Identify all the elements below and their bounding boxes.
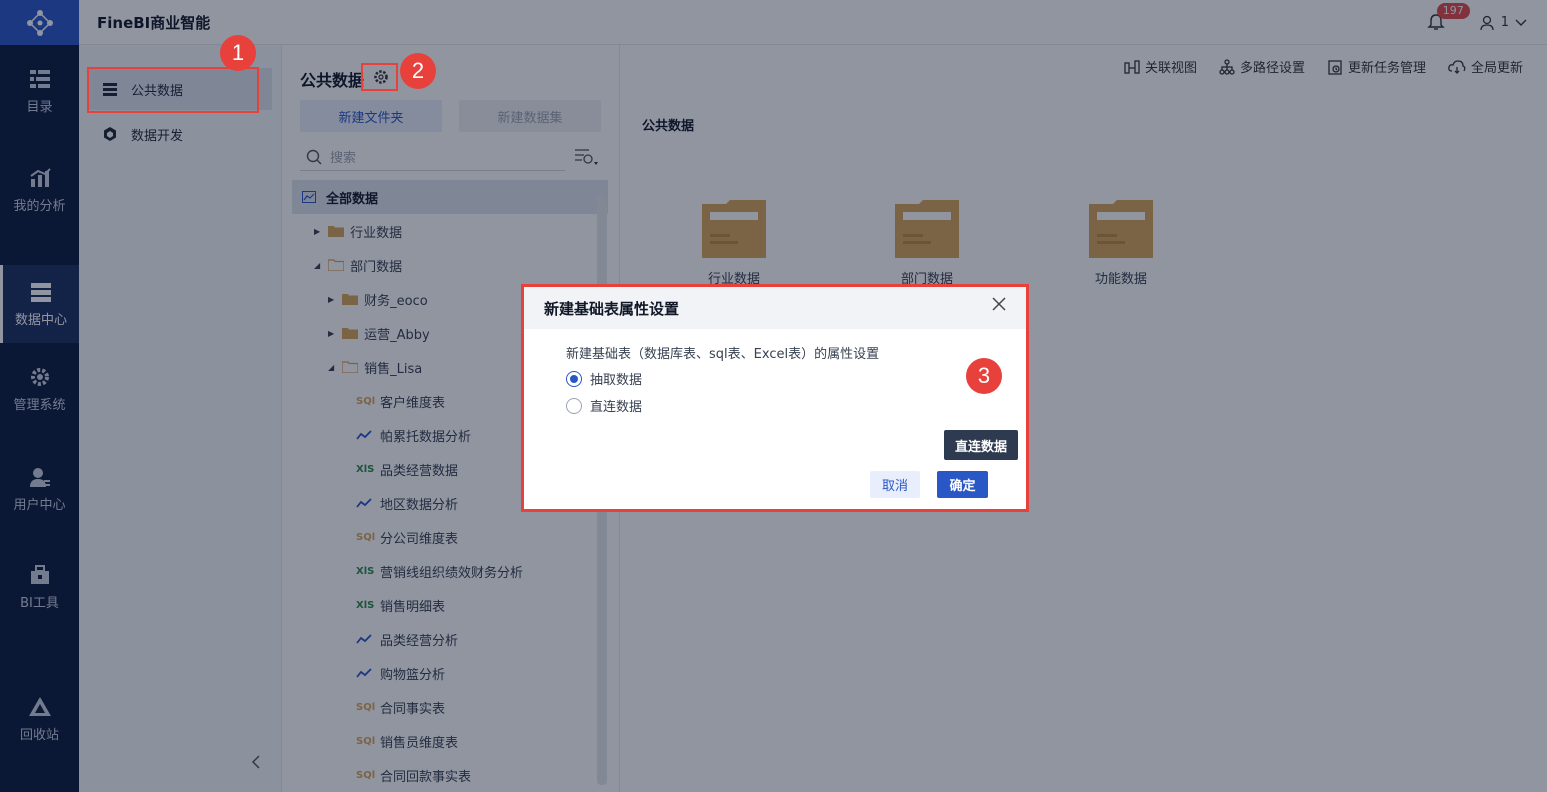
- step-marker-2: 2: [400, 53, 436, 89]
- annotation-box-2: [361, 63, 398, 91]
- step-marker-1: 1: [220, 35, 256, 71]
- annotation-box-3: [521, 284, 1029, 512]
- step-marker-3: 3: [966, 358, 1002, 394]
- annotation-box-1: [87, 67, 259, 113]
